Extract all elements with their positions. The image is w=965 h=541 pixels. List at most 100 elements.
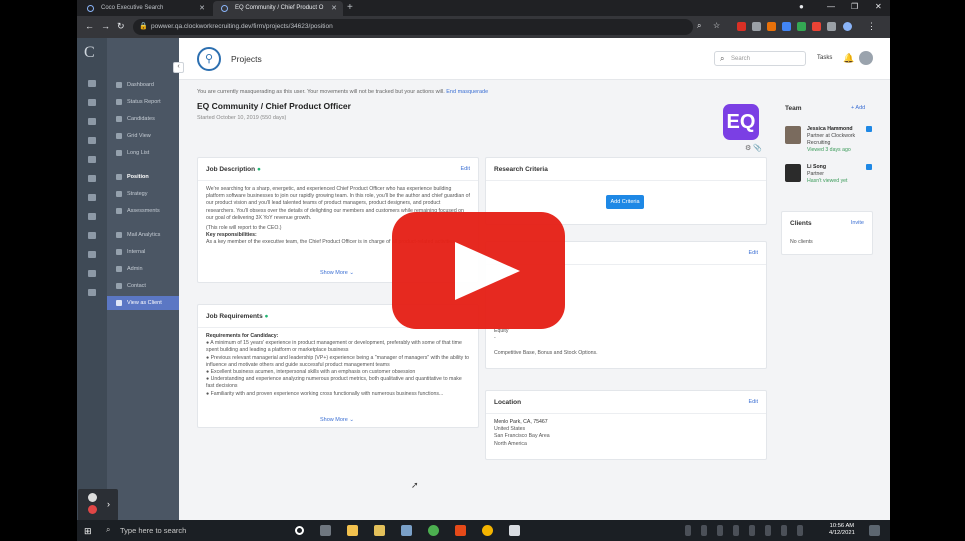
tab-eq-community[interactable]: EQ Community / Chief Product O ✕ — [213, 1, 343, 16]
minimize-icon[interactable]: — — [827, 2, 835, 11]
record-icon[interactable] — [88, 505, 97, 514]
profile-icon[interactable]: ● — [799, 2, 804, 11]
maximize-icon[interactable]: ❐ — [851, 2, 858, 11]
show-more-requirements-button[interactable]: Show More ⌄ — [320, 417, 354, 423]
battery-icon[interactable] — [765, 525, 771, 536]
sidebar-item-candidates[interactable]: Candidates — [107, 112, 179, 126]
avatar[interactable] — [859, 51, 873, 65]
extension-icon[interactable] — [737, 22, 746, 31]
play-button[interactable] — [392, 212, 565, 329]
window-close-icon[interactable]: ✕ — [875, 2, 882, 11]
book-icon[interactable] — [88, 156, 96, 163]
collapse-sidebar-button[interactable]: ‹ — [173, 62, 184, 73]
paperclip-icon[interactable]: 📎 — [753, 145, 762, 152]
add-team-member-link[interactable]: + Add — [851, 105, 865, 111]
taskbar-search-input[interactable]: ⌕ Type here to search — [102, 523, 282, 538]
extension-icon[interactable] — [767, 22, 776, 31]
app-icon[interactable] — [509, 525, 520, 536]
extension-icon[interactable] — [797, 22, 806, 31]
edit-location-link[interactable]: Edit — [749, 399, 758, 405]
tray-icon[interactable] — [717, 525, 723, 536]
gear-icon[interactable]: ⚙ — [745, 145, 751, 152]
sidebar-item-position[interactable]: Position — [107, 170, 179, 184]
search-input[interactable]: ⌕ Search — [714, 51, 806, 66]
view-as-client-button[interactable]: View as Client — [107, 296, 179, 310]
show-more-description-button[interactable]: Show More ⌄ — [320, 270, 354, 276]
rocket-icon[interactable] — [88, 175, 96, 182]
sidebar-item-contact[interactable]: Contact — [107, 279, 179, 293]
notification-center-icon[interactable] — [869, 525, 880, 536]
invite-client-link[interactable]: Invite — [851, 220, 864, 226]
cortana-icon[interactable] — [295, 526, 304, 535]
end-masquerade-link[interactable]: End masquerade — [446, 89, 488, 95]
profile-avatar-icon[interactable] — [843, 22, 852, 31]
sidebar-item-long-list[interactable]: Long List — [107, 146, 179, 160]
video-controls[interactable]: › — [78, 489, 118, 521]
team-member[interactable]: Jessica Hammond Partner at Clockwork Rec… — [785, 126, 875, 160]
tray-icon[interactable] — [685, 525, 691, 536]
tab-coco[interactable]: Coco Executive Search ✕ — [79, 1, 211, 16]
sidebar-item-strategy[interactable]: Strategy — [107, 187, 179, 201]
card-icon[interactable] — [88, 251, 96, 258]
edit-job-description-link[interactable]: Edit — [461, 166, 470, 172]
chrome-menu-icon[interactable]: ⋮ — [867, 21, 876, 32]
tray-icon[interactable] — [733, 525, 739, 536]
member-checkbox[interactable] — [866, 126, 872, 132]
sidebar-item-status-report[interactable]: Status Report — [107, 95, 179, 109]
sidebar-item-admin[interactable]: Admin — [107, 262, 179, 276]
bookmark-star-icon[interactable]: ☆ — [713, 21, 720, 30]
sticky-notes-icon[interactable] — [374, 525, 385, 536]
forward-icon[interactable]: → — [101, 21, 110, 31]
close-tab-icon[interactable]: ✕ — [199, 4, 205, 12]
chrome-icon[interactable] — [482, 525, 493, 536]
wifi-icon[interactable] — [781, 525, 787, 536]
team-member[interactable]: Li Song Partner Hasn't viewed yet — [785, 164, 875, 188]
close-tab-icon[interactable]: ✕ — [331, 4, 337, 12]
tasks-link[interactable]: Tasks — [817, 55, 832, 61]
extension-icon[interactable] — [812, 22, 821, 31]
sidebar-item-internal[interactable]: Internal — [107, 245, 179, 259]
member-checkbox[interactable] — [866, 164, 872, 170]
sidebar-item-grid-view[interactable]: Grid View — [107, 129, 179, 143]
list-icon[interactable] — [88, 213, 96, 220]
calendar-icon[interactable] — [88, 270, 96, 277]
play-icon — [455, 242, 520, 300]
tray-icon[interactable] — [701, 525, 707, 536]
task-view-icon[interactable] — [320, 525, 331, 536]
volume-icon[interactable] — [797, 525, 803, 536]
address-bar[interactable]: 🔒 powwer.qa.clockworkrecruiting.dev/firm… — [133, 19, 693, 35]
recorder-icon[interactable] — [88, 493, 97, 502]
sidebar-item-dashboard[interactable]: Dashboard — [107, 78, 179, 92]
office-icon[interactable] — [455, 525, 466, 536]
sidebar-item-assessments[interactable]: Assessments — [107, 204, 179, 218]
zoom-icon[interactable]: ⌕ — [697, 21, 701, 31]
briefcase-icon[interactable] — [88, 99, 96, 106]
tray-icon[interactable] — [749, 525, 755, 536]
add-criteria-button[interactable]: Add Criteria — [606, 195, 644, 209]
clockwork-logo-icon[interactable]: C — [84, 44, 95, 62]
windows-start-icon[interactable]: ⊞ — [84, 526, 92, 537]
notifications-icon[interactable]: 🔔 — [843, 53, 854, 64]
people-icon[interactable] — [88, 232, 96, 239]
edit-compensation-link[interactable]: Edit — [749, 250, 758, 256]
card-title: Research Criteria — [494, 166, 548, 173]
app-icon[interactable] — [428, 525, 439, 536]
extension-icon[interactable] — [782, 22, 791, 31]
file-explorer-icon[interactable] — [347, 525, 358, 536]
extensions-puzzle-icon[interactable] — [827, 22, 836, 31]
sidebar-item-mail-analytics[interactable]: Mail Analytics — [107, 228, 179, 242]
team-title: Team — [785, 105, 802, 112]
chevron-right-icon[interactable]: › — [107, 499, 110, 509]
new-tab-icon[interactable]: + — [347, 2, 353, 13]
settings-icon[interactable] — [88, 289, 96, 296]
taskbar-clock[interactable]: 10:56 AM 4/12/2021 — [829, 523, 855, 537]
video-thumbnail[interactable]: Coco Executive Search ✕ EQ Community / C… — [0, 0, 965, 541]
search-people-icon[interactable] — [88, 118, 96, 125]
folder-icon[interactable] — [88, 194, 96, 201]
extension-icon[interactable] — [752, 22, 761, 31]
home-icon[interactable] — [88, 80, 96, 87]
chart-icon[interactable] — [88, 137, 96, 144]
back-icon[interactable]: ← — [85, 21, 94, 31]
reload-icon[interactable]: ↻ — [117, 21, 125, 32]
app-icon[interactable] — [401, 525, 412, 536]
